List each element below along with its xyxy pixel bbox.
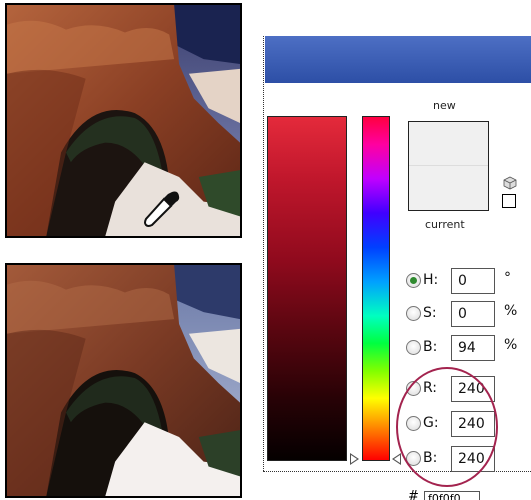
- label-h: H:: [423, 272, 439, 288]
- hue-slider[interactable]: [362, 116, 390, 461]
- field-row-b[interactable]: B: 94 %: [406, 335, 531, 361]
- field-row-s[interactable]: S: 0 %: [406, 301, 531, 327]
- swatch-new-label: new: [433, 99, 456, 112]
- slider-handle-left[interactable]: [350, 453, 359, 465]
- color-swatch: [408, 121, 489, 211]
- dialog-titlebar[interactable]: [265, 36, 531, 83]
- unit-s: %: [504, 303, 518, 319]
- swatch-current-label: current: [425, 218, 465, 231]
- unit-h: °: [504, 270, 511, 286]
- hex-input[interactable]: f0f0f0: [424, 491, 480, 500]
- highlight-ring: [396, 367, 498, 487]
- input-b[interactable]: 94: [451, 335, 495, 361]
- label-s: S:: [423, 305, 437, 321]
- radio-b[interactable]: [406, 340, 421, 355]
- swatch-current-color[interactable]: [409, 166, 488, 210]
- input-s[interactable]: 0: [451, 301, 495, 327]
- photo-after: [5, 263, 242, 498]
- radio-h[interactable]: [406, 273, 421, 288]
- websafe-color-box[interactable]: [502, 194, 516, 208]
- input-h[interactable]: 0: [451, 268, 495, 294]
- eyedropper-icon: [144, 191, 180, 227]
- slider-handle-right[interactable]: [392, 453, 401, 465]
- label-b: B:: [423, 339, 438, 355]
- hex-row[interactable]: # f0f0f0: [408, 489, 488, 500]
- color-field[interactable]: [267, 116, 347, 461]
- radio-s[interactable]: [406, 306, 421, 321]
- unit-b: %: [504, 337, 518, 353]
- dialog-border-left: [263, 36, 264, 471]
- hex-label: #: [408, 489, 419, 500]
- swatch-new-color: [409, 122, 488, 166]
- photo-before[interactable]: [5, 3, 242, 238]
- field-row-h[interactable]: H: 0 °: [406, 268, 531, 294]
- cube-icon[interactable]: [503, 176, 517, 190]
